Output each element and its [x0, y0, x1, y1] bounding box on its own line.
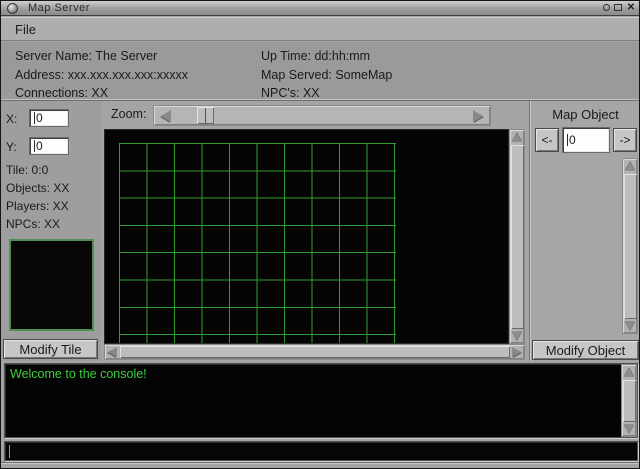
text-caret: [567, 134, 568, 146]
npcs-tile-count-label: NPCs: XX: [6, 217, 61, 231]
main-area: X: 0 Y: 0 Tile: 0:0 Objects: XX Players:…: [1, 101, 639, 361]
uptime-label: Up Time: dd:hh:mm: [261, 49, 371, 63]
map-hscroll-thumb[interactable]: [120, 346, 510, 358]
object-next-button[interactable]: ->: [613, 128, 637, 152]
text-caret: [34, 140, 35, 152]
console-scrollbar[interactable]: [621, 364, 637, 437]
map-scroll-left-arrow[interactable]: [106, 345, 119, 359]
zoom-label: Zoom:: [111, 107, 147, 121]
console-output: Welcome to the console!: [4, 363, 638, 438]
zoom-left-arrow[interactable]: [156, 106, 176, 125]
map-vscroll-thumb[interactable]: [511, 145, 524, 329]
address-label: Address: xxx.xxx.xxx.xxx:xxxxx: [15, 67, 188, 82]
map-grid: [119, 143, 396, 343]
map-scroll-right-arrow[interactable]: [510, 345, 523, 359]
arrow-up-icon: [625, 162, 635, 171]
close-icon: ✕: [626, 2, 636, 13]
arrow-down-icon: [512, 331, 522, 340]
console-scroll-up-arrow[interactable]: [622, 366, 636, 379]
zoom-scrollbar[interactable]: [153, 105, 491, 126]
arrow-up-icon: [512, 133, 522, 142]
bottom-strip: [1, 462, 639, 468]
objects-count-label: Objects: XX: [6, 181, 70, 195]
console-scroll-thumb[interactable]: [623, 380, 636, 422]
arrow-down-icon: [624, 424, 634, 433]
connections-label: Connections: XX: [15, 86, 109, 100]
server-info-panel: Server Name: The Server Address: xxx.xxx…: [1, 42, 639, 101]
maximize-icon: [614, 4, 622, 11]
players-count-label: Players: XX: [6, 199, 69, 213]
tile-panel: X: 0 Y: 0 Tile: 0:0 Objects: XX Players:…: [1, 101, 101, 361]
text-caret: [34, 112, 35, 124]
minimize-button[interactable]: [601, 3, 611, 13]
window-title: Map Server: [28, 2, 90, 14]
maximize-button[interactable]: [613, 3, 623, 13]
console-input[interactable]: [4, 441, 638, 461]
zoom-slider-thumb[interactable]: [197, 107, 214, 124]
modify-object-button[interactable]: Modify Object: [532, 340, 639, 360]
text-caret: [9, 444, 10, 458]
object-list-scrollbar[interactable]: [622, 158, 638, 334]
console-scroll-down-arrow[interactable]: [622, 422, 636, 435]
modify-tile-button[interactable]: Modify Tile: [3, 339, 98, 359]
object-id-field[interactable]: 0: [562, 127, 610, 153]
arrow-left-icon: [108, 347, 117, 357]
object-id-value: 0: [569, 133, 576, 147]
tile-coords-label: Tile: 0:0: [6, 163, 49, 177]
console-welcome-text: Welcome to the console!: [10, 367, 147, 381]
map-served-label: Map Served: SomeMap: [261, 67, 393, 82]
server-info-right-column: Up Time: dd:hh:mm Map Served: SomeMap NP…: [261, 47, 392, 103]
minimize-icon: [602, 4, 610, 11]
tile-stats: Tile: 0:0 Objects: XX Players: XX NPCs: …: [6, 161, 69, 233]
object-scroll-up-arrow[interactable]: [623, 160, 637, 173]
object-scroll-down-arrow[interactable]: [623, 319, 637, 332]
map-server-window: Map Server ✕ File Server Name: The Serve…: [0, 0, 640, 469]
close-button[interactable]: ✕: [626, 3, 636, 13]
menu-bar: File: [1, 17, 639, 41]
map-horizontal-scrollbar[interactable]: [104, 344, 525, 360]
map-vertical-scrollbar[interactable]: [509, 129, 525, 344]
map-canvas[interactable]: [104, 129, 509, 344]
x-label: X:: [6, 112, 18, 126]
server-name-label: Server Name: The Server: [15, 49, 158, 63]
npcs-count-label: NPC's: XX: [261, 86, 320, 100]
x-value: 0: [36, 111, 43, 125]
menu-item-file[interactable]: File: [15, 17, 36, 41]
map-scroll-down-arrow[interactable]: [510, 329, 524, 342]
object-prev-button[interactable]: <-: [535, 128, 559, 152]
y-value: 0: [36, 139, 43, 153]
map-scroll-up-arrow[interactable]: [510, 131, 524, 144]
tile-preview: [9, 239, 94, 331]
arrow-left-icon: [161, 109, 171, 122]
arrow-up-icon: [624, 368, 634, 377]
arrow-right-icon: [473, 109, 483, 122]
y-coordinate-field[interactable]: 0: [29, 137, 69, 155]
window-menu-icon[interactable]: [7, 3, 18, 14]
arrow-down-icon: [625, 321, 635, 330]
title-bar[interactable]: Map Server ✕: [1, 1, 639, 16]
map-object-title: Map Object: [552, 107, 619, 122]
arrow-right-icon: [512, 347, 521, 357]
object-scroll-thumb[interactable]: [624, 174, 637, 319]
server-info-left-column: Server Name: The Server Address: xxx.xxx…: [15, 47, 188, 103]
x-coordinate-field[interactable]: 0: [29, 109, 69, 127]
map-object-panel: Map Object <- 0 -> Modify Object: [529, 101, 639, 361]
zoom-right-arrow[interactable]: [468, 106, 488, 125]
y-label: Y:: [6, 140, 17, 154]
